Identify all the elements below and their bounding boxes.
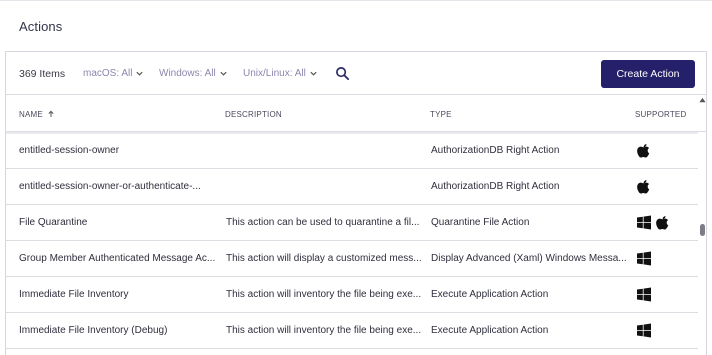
- row-supported-platforms: [637, 179, 651, 194]
- windows-icon: [637, 323, 651, 338]
- column-header-supported[interactable]: SUPPORTED: [635, 110, 686, 119]
- row-type: Execute Application Action: [431, 289, 549, 300]
- vertical-scrollbar[interactable]: [698, 95, 707, 355]
- row-type: Quarantine File Action: [431, 217, 530, 228]
- filter-windows-label: Windows: All: [159, 68, 216, 79]
- row-description: This action will display a customized me…: [226, 253, 422, 264]
- row-name: Group Member Authenticated Message Ac...: [19, 253, 216, 264]
- row-type: Execute Application Action: [431, 325, 549, 336]
- row-supported-platforms: [637, 251, 651, 266]
- create-action-button[interactable]: Create Action: [601, 60, 695, 88]
- top-divider: [0, 0, 712, 1]
- scroll-up-arrow-icon[interactable]: [699, 97, 706, 103]
- row-name: entitled-session-owner-or-authenticate-.…: [19, 181, 201, 192]
- page-title: Actions: [19, 19, 63, 34]
- filter-unix-linux-label: Unix/Linux: All: [243, 68, 306, 79]
- chevron-down-icon: [220, 71, 227, 76]
- filter-macos[interactable]: macOS: All: [83, 68, 144, 79]
- row-type: AuthorizationDB Right Action: [431, 181, 560, 192]
- table-row[interactable]: entitled-session-owner-or-authenticate-.…: [6, 169, 698, 205]
- windows-icon: [637, 215, 651, 230]
- table-row[interactable]: Group Member Authenticated Message Ac...…: [6, 241, 698, 277]
- row-name: Immediate File Inventory (Debug): [19, 325, 168, 336]
- row-description: This action will inventory the file bein…: [226, 325, 422, 336]
- row-description: This action will inventory the file bein…: [226, 289, 422, 300]
- filter-windows[interactable]: Windows: All: [159, 68, 228, 79]
- windows-icon: [637, 287, 651, 302]
- column-header-type[interactable]: TYPE: [430, 110, 452, 119]
- windows-icon: [637, 251, 651, 266]
- row-type: Display Advanced (Xaml) Windows Messa...: [431, 253, 627, 264]
- chevron-down-icon: [136, 71, 144, 76]
- filter-macos-label: macOS: All: [83, 68, 133, 79]
- row-name: File Quarantine: [19, 217, 88, 228]
- table-header: NAME DESCRIPTION TYPE SUPPORTED: [6, 94, 706, 134]
- table-row[interactable]: File Quarantine This action can be used t…: [6, 205, 698, 241]
- row-supported-platforms: [637, 143, 651, 158]
- apple-icon: [637, 144, 650, 158]
- search-icon[interactable]: [335, 66, 350, 81]
- column-header-name-label: NAME: [19, 110, 43, 119]
- actions-panel: 369 Items macOS: All Windows: All Unix/L…: [5, 51, 707, 355]
- toolbar: 369 Items macOS: All Windows: All Unix/L…: [6, 52, 706, 94]
- apple-icon: [637, 180, 650, 194]
- row-supported-platforms: [637, 323, 651, 338]
- chevron-down-icon: [310, 71, 317, 76]
- item-count: 369 Items: [19, 68, 66, 80]
- sort-ascending-icon[interactable]: [47, 110, 55, 118]
- scrollbar-thumb[interactable]: [700, 224, 705, 236]
- table-row[interactable]: Immediate File Inventory This action will…: [6, 277, 698, 313]
- column-header-description[interactable]: DESCRIPTION: [225, 110, 282, 119]
- filter-unix-linux[interactable]: Unix/Linux: All: [243, 68, 318, 79]
- table-row[interactable]: Immediate File Inventory (Debug) This act…: [6, 313, 698, 349]
- row-name: Immediate File Inventory: [19, 289, 129, 300]
- table-row[interactable]: entitled-session-owner AuthorizationDB Ri…: [6, 133, 698, 169]
- column-header-name[interactable]: NAME: [19, 110, 55, 119]
- row-name: entitled-session-owner: [19, 145, 120, 156]
- row-description: This action can be used to quarantine a …: [226, 217, 420, 228]
- apple-icon: [656, 216, 669, 230]
- row-type: AuthorizationDB Right Action: [431, 145, 560, 156]
- row-supported-platforms: [637, 287, 651, 302]
- row-supported-platforms: [637, 215, 670, 230]
